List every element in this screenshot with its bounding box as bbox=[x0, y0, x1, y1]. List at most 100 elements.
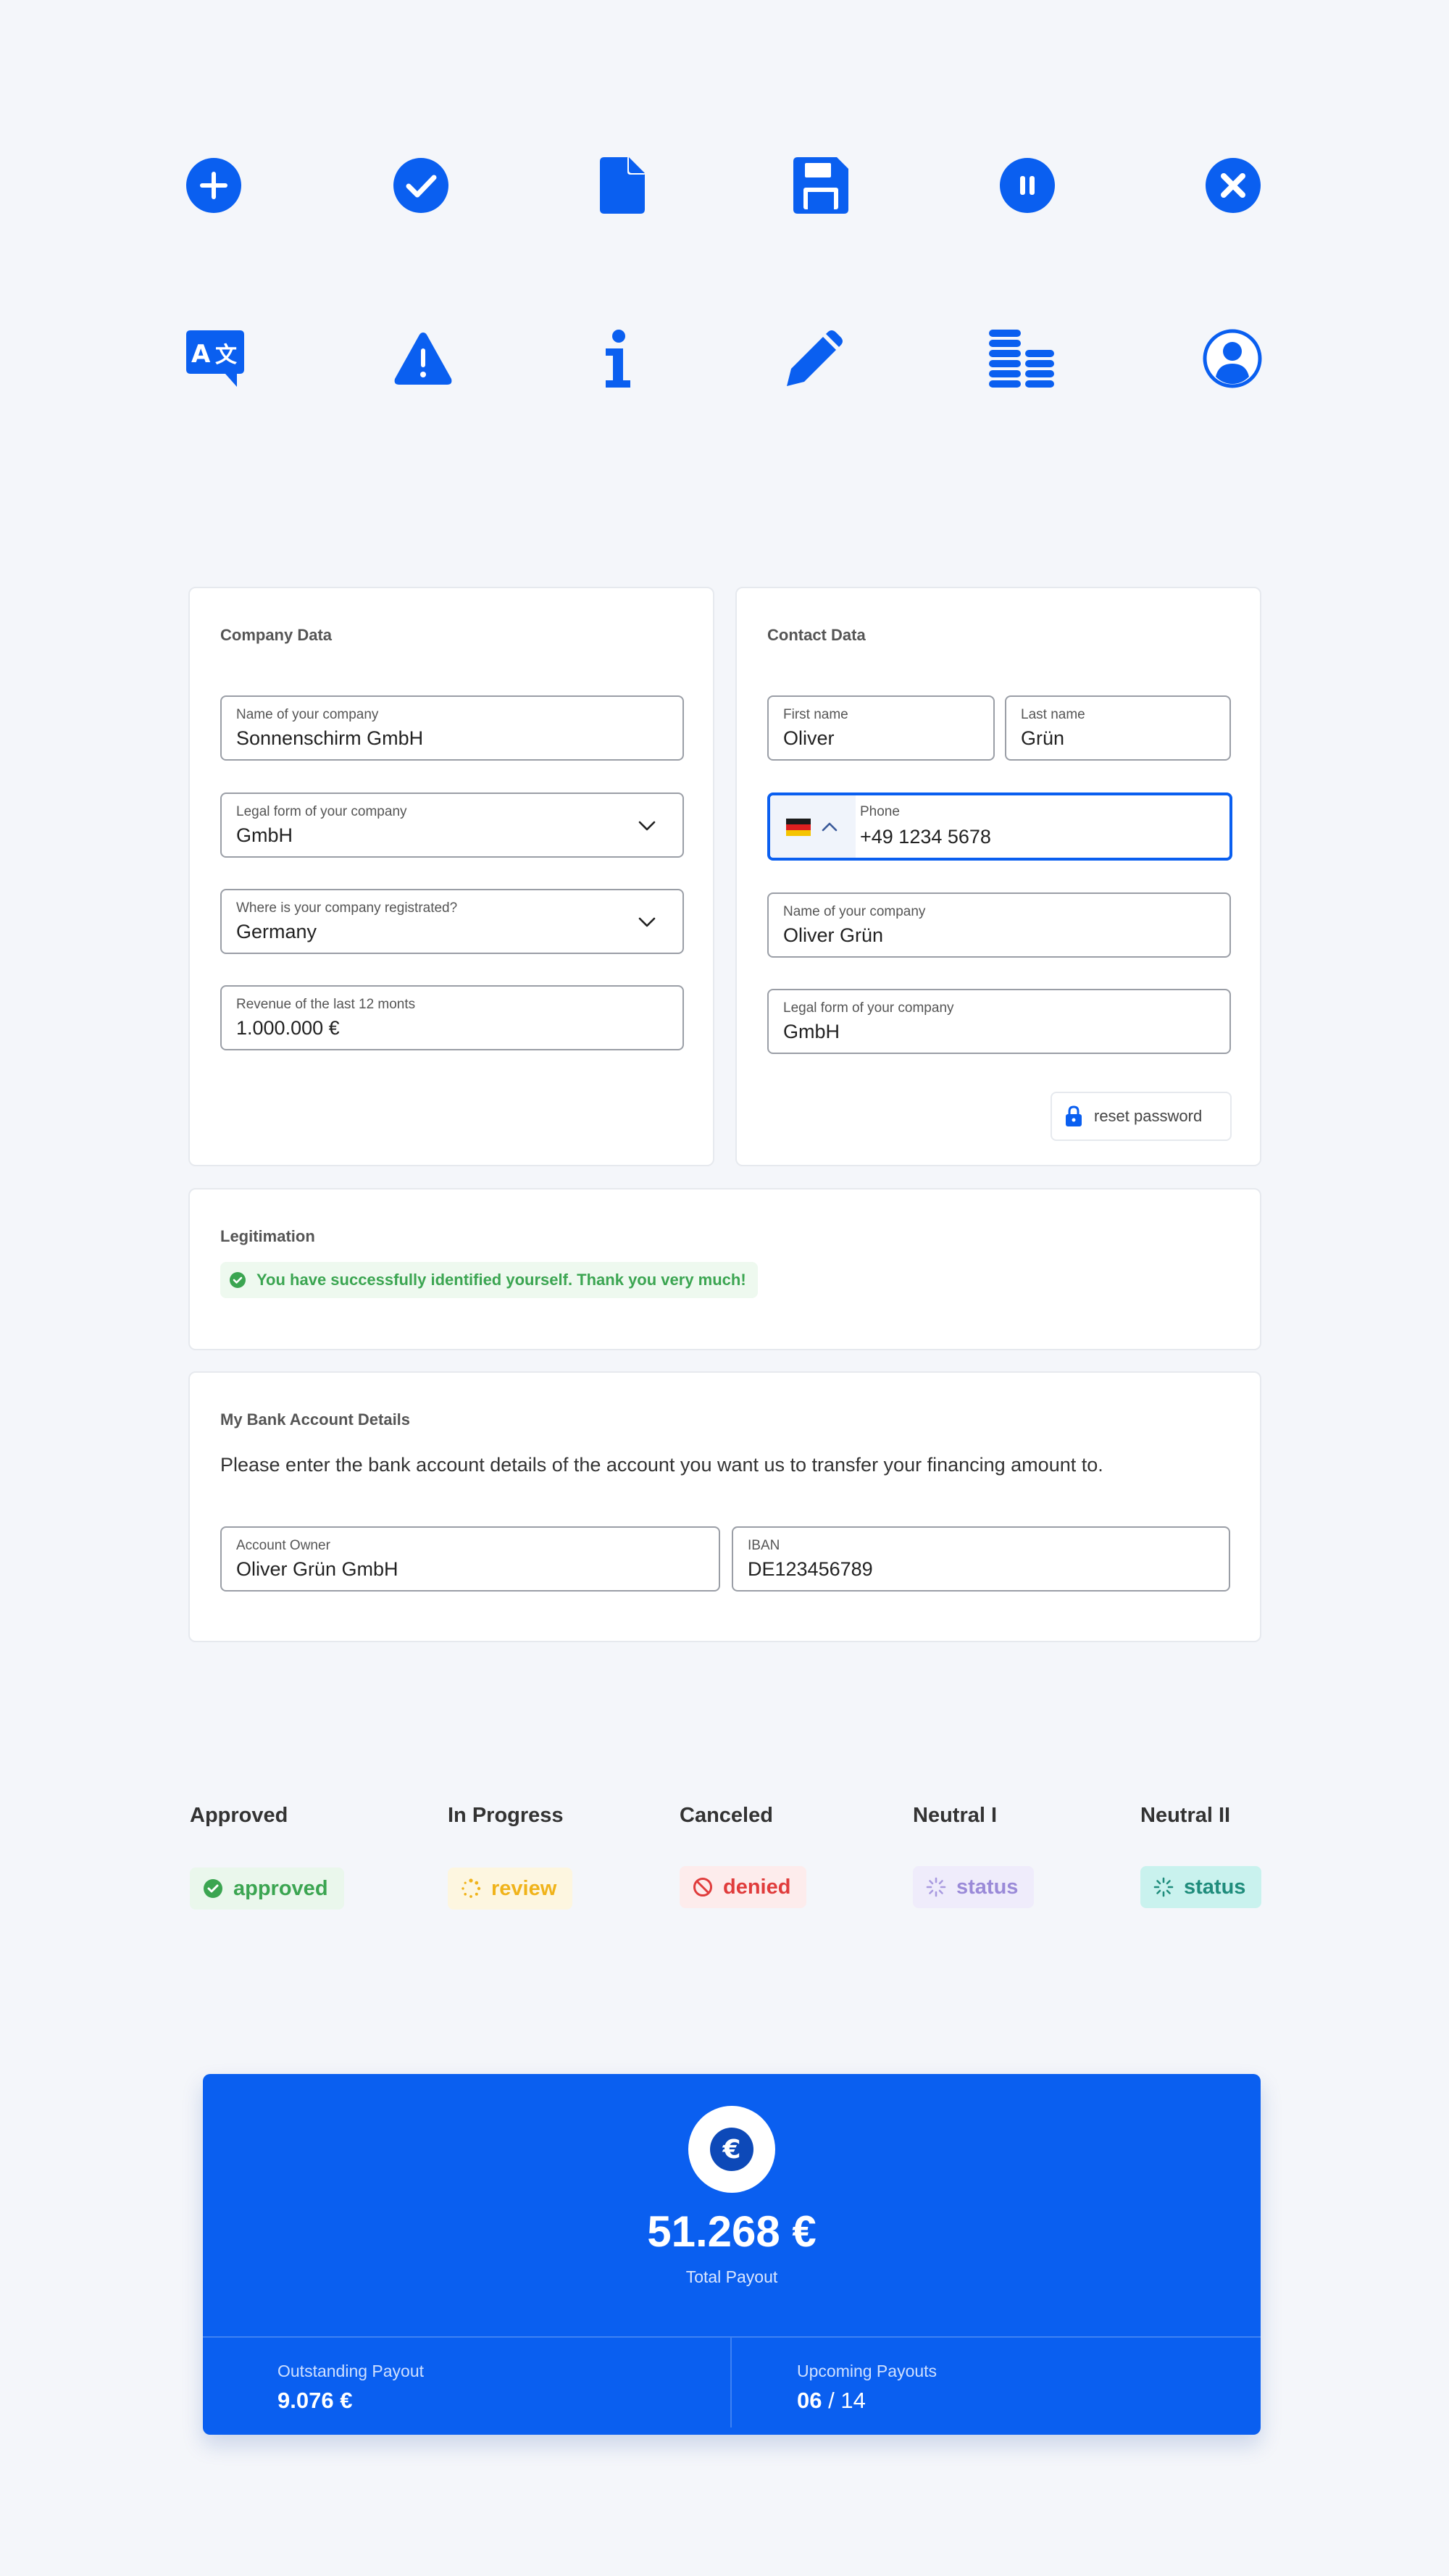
upcoming-total: / 14 bbox=[828, 2388, 866, 2413]
field-label: Name of your company bbox=[783, 904, 926, 919]
contact-data-title: Contact Data bbox=[767, 626, 866, 644]
plus-circle-icon[interactable] bbox=[181, 153, 246, 218]
upcoming-current: 06 bbox=[797, 2388, 822, 2413]
spinner-icon bbox=[926, 1877, 946, 1897]
country-code-select[interactable] bbox=[770, 795, 856, 858]
field-value: Grün bbox=[1021, 727, 1065, 749]
list-stack-icon[interactable] bbox=[989, 326, 1054, 391]
svg-text:€: € bbox=[722, 2135, 740, 2165]
translate-icon[interactable]: A文 bbox=[183, 326, 248, 391]
legal-form-select[interactable]: Legal form of your company GmbH bbox=[220, 793, 684, 858]
field-label: Last name bbox=[1021, 707, 1085, 722]
reset-password-label: reset password bbox=[1094, 1107, 1203, 1125]
check-circle-icon bbox=[204, 1879, 222, 1898]
upcoming-payouts-value: 06 / 14 bbox=[797, 2388, 866, 2414]
success-message-text: You have successfully identified yoursel… bbox=[256, 1271, 746, 1289]
field-label: Account Owner bbox=[236, 1538, 330, 1553]
bank-account-description: Please enter the bank account details of… bbox=[220, 1454, 1103, 1476]
lock-icon bbox=[1066, 1105, 1082, 1126]
status-in-progress: In Progress review bbox=[448, 1804, 573, 1910]
chevron-up-icon bbox=[822, 822, 838, 832]
status-title: In Progress bbox=[448, 1804, 564, 1827]
company-name-field[interactable]: Name of your company Sonnenschirm GmbH bbox=[220, 695, 684, 761]
field-label: Phone bbox=[860, 804, 900, 819]
germany-flag-icon bbox=[786, 819, 811, 836]
field-label: Legal form of your company bbox=[783, 1000, 954, 1016]
outstanding-payout-label: Outstanding Payout bbox=[277, 2362, 425, 2380]
field-label: First name bbox=[783, 707, 848, 722]
info-icon[interactable] bbox=[585, 326, 651, 391]
first-name-field[interactable]: First name Oliver bbox=[767, 695, 995, 761]
legitimation-card: Legitimation You have successfully ident… bbox=[188, 1188, 1261, 1350]
field-label: Where is your company registrated? bbox=[236, 900, 458, 916]
total-payout-amount: 51.268 € bbox=[647, 2207, 817, 2256]
status-neutral-1: Neutral I status bbox=[913, 1804, 1035, 1908]
user-circle-icon[interactable] bbox=[1200, 326, 1265, 391]
status-neutral-2: Neutral II status bbox=[1140, 1804, 1262, 1908]
field-value: Sonnenschirm GmbH bbox=[236, 727, 424, 749]
account-owner-field[interactable]: Account Owner Oliver Grün GmbH bbox=[220, 1526, 720, 1592]
reset-password-button[interactable]: reset password bbox=[1051, 1092, 1232, 1141]
pencil-icon[interactable] bbox=[782, 326, 847, 391]
contact-data-card: Contact Data First name Oliver Last name… bbox=[735, 587, 1261, 1166]
spinner-icon bbox=[462, 1878, 481, 1898]
iban-field[interactable]: IBAN DE123456789 bbox=[732, 1526, 1230, 1592]
field-label: Legal form of your company bbox=[236, 804, 407, 819]
field-value: Germany bbox=[236, 921, 317, 942]
contact-legal-form-field[interactable]: Legal form of your company GmbH bbox=[767, 989, 1231, 1054]
status-title: Approved bbox=[190, 1804, 288, 1827]
total-payout-label: Total Payout bbox=[685, 2267, 778, 2286]
legitimation-title: Legitimation bbox=[220, 1227, 315, 1245]
svg-text:A: A bbox=[191, 340, 211, 369]
euro-coin-icon: € bbox=[688, 2106, 775, 2193]
status-badge: status bbox=[1140, 1866, 1262, 1908]
status-badge: status bbox=[913, 1866, 1035, 1908]
field-value: Oliver Grün bbox=[783, 924, 884, 946]
divider bbox=[203, 2336, 1261, 2338]
contact-company-name-field[interactable]: Name of your company Oliver Grün bbox=[767, 892, 1231, 958]
company-data-card: Company Data Name of your company Sonnen… bbox=[188, 587, 714, 1166]
close-circle-icon[interactable] bbox=[1200, 153, 1266, 218]
field-value: DE123456789 bbox=[748, 1558, 873, 1580]
status-badge: approved bbox=[190, 1868, 344, 1910]
field-value: 1.000.000 € bbox=[236, 1017, 340, 1039]
field-value: Oliver Grün GmbH bbox=[236, 1558, 398, 1580]
spinner-icon bbox=[1153, 1877, 1174, 1897]
status-approved: Approved approved bbox=[190, 1804, 344, 1910]
field-label: Revenue of the last 12 monts bbox=[236, 997, 416, 1012]
status-canceled: Canceled denied bbox=[680, 1804, 807, 1908]
divider bbox=[730, 2338, 732, 2427]
status-badge-label: status bbox=[1184, 1875, 1246, 1899]
field-label: IBAN bbox=[748, 1538, 780, 1553]
payout-card: € 51.268 € Total Payout Outstanding Payo… bbox=[203, 2074, 1261, 2435]
check-circle-icon bbox=[230, 1272, 246, 1288]
file-icon[interactable] bbox=[590, 153, 655, 218]
field-value: GmbH bbox=[236, 824, 293, 846]
field-value: +49 1234 5678 bbox=[860, 826, 991, 848]
company-data-title: Company Data bbox=[220, 626, 333, 644]
status-title: Canceled bbox=[680, 1804, 773, 1827]
revenue-field[interactable]: Revenue of the last 12 monts 1.000.000 € bbox=[220, 985, 684, 1050]
field-value: Oliver bbox=[783, 727, 835, 749]
last-name-field[interactable]: Last name Grün bbox=[1005, 695, 1231, 761]
warning-icon[interactable] bbox=[391, 326, 456, 391]
phone-field[interactable]: Phone +49 1234 5678 bbox=[767, 793, 1232, 861]
success-message: You have successfully identified yoursel… bbox=[220, 1262, 758, 1298]
status-badge-label: status bbox=[956, 1875, 1019, 1899]
floppy-disk-icon[interactable] bbox=[788, 153, 853, 218]
bank-account-card: My Bank Account Details Please enter the… bbox=[188, 1371, 1261, 1642]
chevron-down-icon bbox=[638, 821, 656, 831]
status-title: Neutral II bbox=[1140, 1804, 1231, 1827]
status-badge-label: review bbox=[491, 1876, 557, 1900]
field-value: GmbH bbox=[783, 1021, 840, 1042]
company-country-select[interactable]: Where is your company registrated? Germa… bbox=[220, 889, 684, 954]
check-circle-icon[interactable] bbox=[388, 153, 454, 218]
upcoming-payouts-label: Upcoming Payouts bbox=[797, 2362, 938, 2380]
status-badge: review bbox=[448, 1868, 573, 1910]
status-badge-label: approved bbox=[233, 1876, 328, 1900]
pause-circle-icon[interactable] bbox=[995, 153, 1060, 218]
status-title: Neutral I bbox=[913, 1804, 998, 1827]
bank-account-title: My Bank Account Details bbox=[220, 1410, 411, 1429]
status-badge: denied bbox=[680, 1866, 807, 1908]
ban-icon bbox=[693, 1878, 712, 1897]
